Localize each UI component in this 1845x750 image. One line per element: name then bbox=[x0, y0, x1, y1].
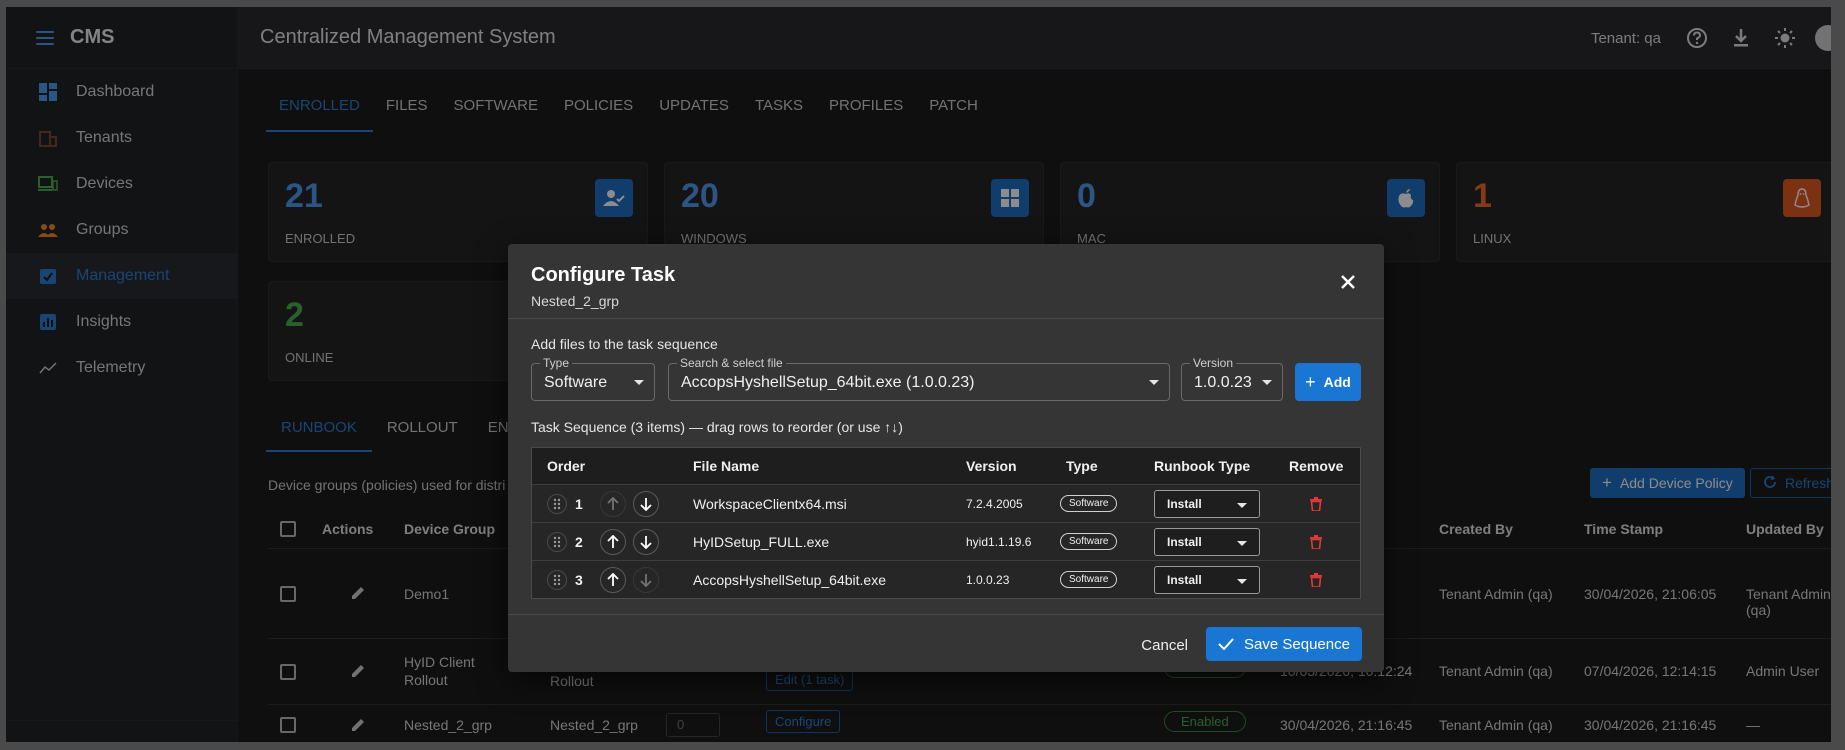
col-runbook-type: Runbook Type bbox=[1154, 458, 1251, 474]
file-name: AccopsHyshellSetup_64bit.exe bbox=[693, 571, 887, 588]
type-chip: Software bbox=[1060, 495, 1118, 512]
version-select[interactable]: Version 1.0.0.23 bbox=[1181, 356, 1283, 401]
cancel-button[interactable]: Cancel bbox=[1141, 637, 1188, 654]
type-select[interactable]: Type Software bbox=[531, 356, 655, 401]
check-icon bbox=[1218, 638, 1234, 650]
file-search-select[interactable]: Search & select file AccopsHyshellSetup_… bbox=[668, 356, 1170, 401]
file-version: 7.2.4.2005 bbox=[966, 496, 1023, 511]
dialog-header: Configure Task Nested_2_grp bbox=[508, 244, 1384, 319]
close-icon[interactable] bbox=[1338, 272, 1358, 292]
app-window: CMS Dashboard Tenants Devices Groups Man… bbox=[6, 7, 1831, 742]
file-name: WorkspaceClientx64.msi bbox=[693, 495, 847, 512]
delete-icon[interactable] bbox=[1310, 561, 1322, 598]
col-file-name: File Name bbox=[693, 458, 760, 474]
order-number: 3 bbox=[575, 571, 583, 588]
drag-handle-icon[interactable] bbox=[547, 569, 567, 590]
select-value: Install bbox=[1167, 496, 1202, 511]
drag-handle-icon[interactable] bbox=[547, 531, 567, 552]
plus-icon: + bbox=[1305, 371, 1316, 392]
move-up-icon[interactable] bbox=[600, 528, 626, 555]
save-sequence-button[interactable]: Save Sequence bbox=[1206, 627, 1362, 661]
col-type: Type bbox=[1066, 458, 1098, 474]
button-label: Add bbox=[1323, 374, 1351, 390]
add-files-label: Add files to the task sequence bbox=[531, 336, 718, 352]
select-value: Install bbox=[1167, 534, 1202, 549]
sequence-row[interactable]: 3 AccopsHyshellSetup_64bit.exe 1.0.0.23 … bbox=[532, 560, 1360, 598]
field-legend: Type bbox=[540, 356, 573, 370]
field-legend: Search & select file bbox=[677, 356, 786, 370]
field-value: Software bbox=[544, 374, 608, 391]
task-sequence-table: Order File Name Version Type Runbook Typ… bbox=[531, 447, 1361, 599]
type-chip: Software bbox=[1060, 571, 1118, 588]
delete-icon[interactable] bbox=[1310, 523, 1322, 560]
chevron-down-icon bbox=[1237, 578, 1247, 584]
chevron-down-icon bbox=[1237, 502, 1247, 508]
chevron-down-icon bbox=[634, 380, 644, 385]
configure-task-dialog: Configure Task Nested_2_grp Add files to… bbox=[508, 244, 1384, 672]
move-up-icon[interactable] bbox=[600, 566, 626, 593]
dialog-subtitle: Nested_2_grp bbox=[531, 293, 619, 309]
order-number: 2 bbox=[575, 533, 583, 550]
move-down-icon[interactable] bbox=[633, 566, 659, 593]
sequence-table-header: Order File Name Version Type Runbook Typ… bbox=[532, 448, 1360, 484]
chevron-down-icon bbox=[1262, 380, 1272, 385]
col-order: Order bbox=[547, 458, 586, 474]
delete-icon[interactable] bbox=[1310, 485, 1322, 522]
sequence-row[interactable]: 1 WorkspaceClientx64.msi 7.2.4.2005 Soft… bbox=[532, 484, 1360, 522]
order-number: 1 bbox=[575, 495, 583, 512]
col-version: Version bbox=[966, 458, 1017, 474]
move-down-icon[interactable] bbox=[633, 528, 659, 555]
dialog-title: Configure Task bbox=[531, 264, 676, 286]
button-label: Save Sequence bbox=[1244, 635, 1350, 653]
runbook-type-select[interactable]: Install bbox=[1154, 527, 1260, 556]
file-version: 1.0.0.23 bbox=[966, 572, 1010, 587]
drag-handle-icon[interactable] bbox=[547, 493, 567, 514]
type-chip: Software bbox=[1060, 533, 1118, 550]
chevron-down-icon bbox=[1237, 540, 1247, 546]
runbook-type-select[interactable]: Install bbox=[1154, 565, 1260, 594]
field-value: AccopsHyshellSetup_64bit.exe (1.0.0.23) bbox=[681, 374, 975, 391]
move-down-icon[interactable] bbox=[633, 490, 659, 517]
field-value: 1.0.0.23 bbox=[1194, 374, 1252, 391]
add-file-button[interactable]: + Add bbox=[1295, 363, 1361, 401]
task-sequence-label: Task Sequence (3 items) — drag rows to r… bbox=[531, 419, 903, 435]
sequence-row[interactable]: 2 HyIDSetup_FULL.exe hyid1.1.19.6 Softwa… bbox=[532, 522, 1360, 560]
file-name: HyIDSetup_FULL.exe bbox=[693, 533, 830, 550]
field-legend: Version bbox=[1190, 356, 1237, 370]
runbook-type-select[interactable]: Install bbox=[1154, 489, 1260, 518]
chevron-down-icon bbox=[1149, 380, 1159, 385]
col-remove: Remove bbox=[1289, 458, 1344, 474]
dialog-footer: Cancel Save Sequence bbox=[508, 614, 1384, 672]
move-up-icon[interactable] bbox=[600, 490, 626, 517]
select-value: Install bbox=[1167, 572, 1202, 587]
file-version: hyid1.1.19.6 bbox=[966, 534, 1032, 549]
